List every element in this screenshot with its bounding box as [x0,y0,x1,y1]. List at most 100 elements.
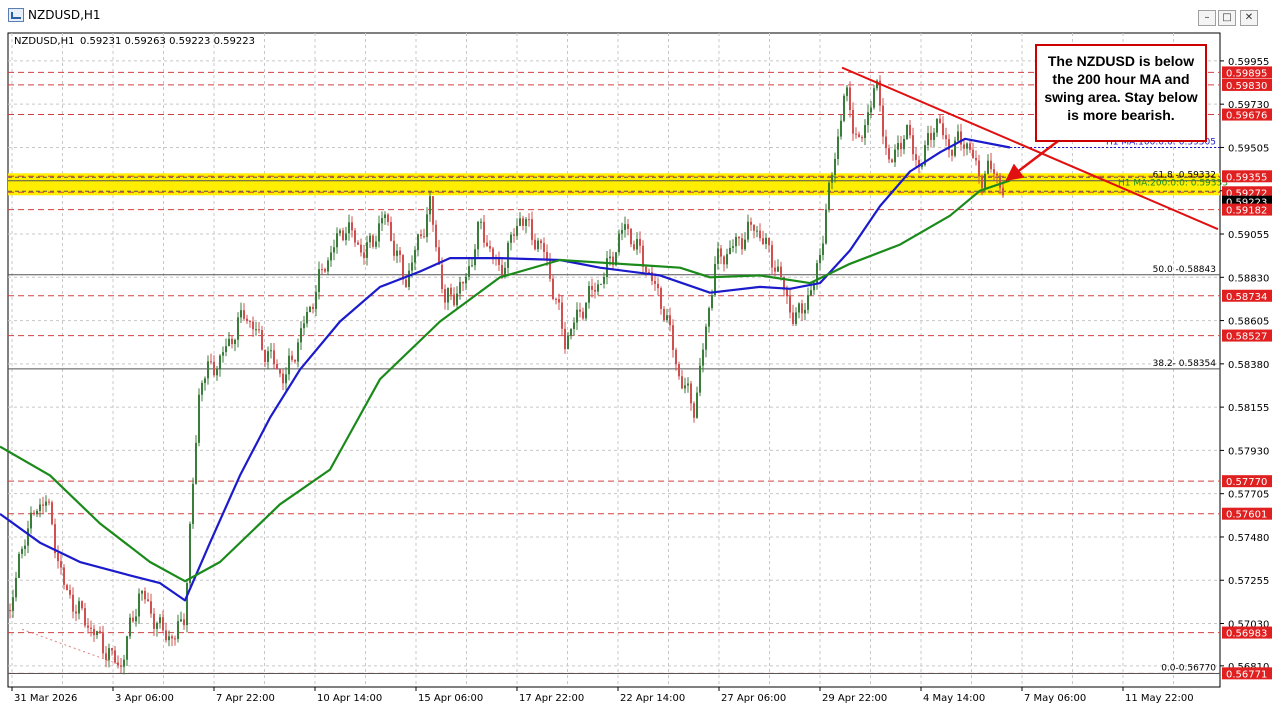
x-tick-label: 4 May 14:00 [923,693,985,704]
candle-body [588,285,590,303]
candle-body [942,123,944,136]
candle-body [171,636,173,639]
candle-body [945,135,947,140]
candle-body [513,234,515,236]
candle-body [471,265,473,267]
candle-body [27,528,29,546]
candle-body [657,283,659,289]
chart-icon [8,8,24,22]
candle-body [573,322,575,329]
candle-body [165,630,167,641]
candle-body [522,218,524,226]
candle-body [30,512,32,529]
price-tag-label: 0.59182 [1226,206,1267,217]
candle-body [33,512,35,515]
candle-body [894,149,896,163]
candle-body [765,237,767,245]
candle-body [270,350,272,352]
candle-body [465,276,467,284]
candle-body [99,631,101,634]
x-tick-label: 17 Apr 22:00 [519,693,584,704]
candle-body [702,349,704,366]
candle-body [36,511,38,515]
candle-body [798,303,800,313]
candle-body [708,308,710,327]
candle-body [969,143,971,150]
candle-body [90,627,92,629]
x-tick-label: 3 Apr 06:00 [115,693,174,704]
candle-body [837,136,839,160]
candle-body [201,382,203,395]
candle-body [351,222,353,231]
candle-body [204,378,206,383]
candle-body [594,289,596,292]
candle-body [153,613,155,629]
candle-body [291,355,293,360]
y-tick-label: 0.58380 [1228,360,1269,371]
candle-body [294,359,296,362]
candle-body [750,221,752,225]
chart-plot-area[interactable]: 61.8 -0.59332 50.0 -0.58843 38.2- 0.58354 0… [0,30,1278,716]
candle-body [84,608,86,626]
candle-body [96,631,98,636]
candle-body [993,169,995,174]
x-tick-label: 29 Apr 22:00 [822,693,887,704]
candle-body [399,250,401,256]
candle-body [315,292,317,309]
candle-body [834,159,836,175]
x-tick-label: 7 May 06:00 [1024,693,1086,704]
candle-body [762,238,764,245]
candle-body [156,622,158,629]
candle-body [444,289,446,303]
price-tag-label: 0.59676 [1226,111,1267,122]
candle-body [957,131,959,141]
ma200-label: H1 MA:200:0:0: 0.59333 [1118,179,1228,189]
symbol-header: NZDUSD,H1 [14,36,74,47]
candle-body [900,142,902,150]
candle-body [642,245,644,267]
candle-body [180,619,182,622]
candle-body [909,124,911,136]
candle-body [459,282,461,294]
candle-body [246,318,248,322]
candle-body [321,269,323,271]
candle-body [990,160,992,170]
candle-body [579,309,581,312]
candle-body [582,311,584,319]
candle-body [870,107,872,113]
candle-body [18,553,20,578]
candle-body [129,617,131,637]
candle-body [585,302,587,319]
candle-body [810,290,812,296]
maximize-icon[interactable]: □ [1218,10,1236,26]
candle-body [195,442,197,484]
candle-body [381,218,383,224]
candle-body [714,263,716,296]
candle-body [231,338,233,345]
candle-body [123,659,125,667]
candle-body [897,142,899,150]
candle-body [912,135,914,155]
price-tag-label: 0.57770 [1226,477,1267,488]
candle-body [288,355,290,375]
candle-body [282,373,284,384]
candle-body [930,133,932,140]
candle-body [774,267,776,272]
candle-body [864,125,866,139]
candle-body [426,214,428,237]
close-icon[interactable]: ✕ [1240,10,1258,26]
fib-level-label: 0.0-0.56770 [1161,664,1216,674]
y-tick-label: 0.57480 [1228,533,1269,544]
candle-body [747,221,749,240]
candle-body [735,236,737,247]
candle-body [729,247,731,255]
candle-body [873,88,875,108]
candle-body [528,219,530,221]
mt-chart-window: NZDUSD,H1 – □ ✕ 61.8 -0.59332 50.0 -0.588… [0,0,1278,716]
candle-body [276,364,278,370]
price-tag-label: 0.58734 [1226,292,1267,303]
candle-body [300,328,302,343]
minimize-icon[interactable]: – [1198,10,1216,26]
price-tag-label: 0.58527 [1226,332,1267,343]
candle-body [936,118,938,133]
